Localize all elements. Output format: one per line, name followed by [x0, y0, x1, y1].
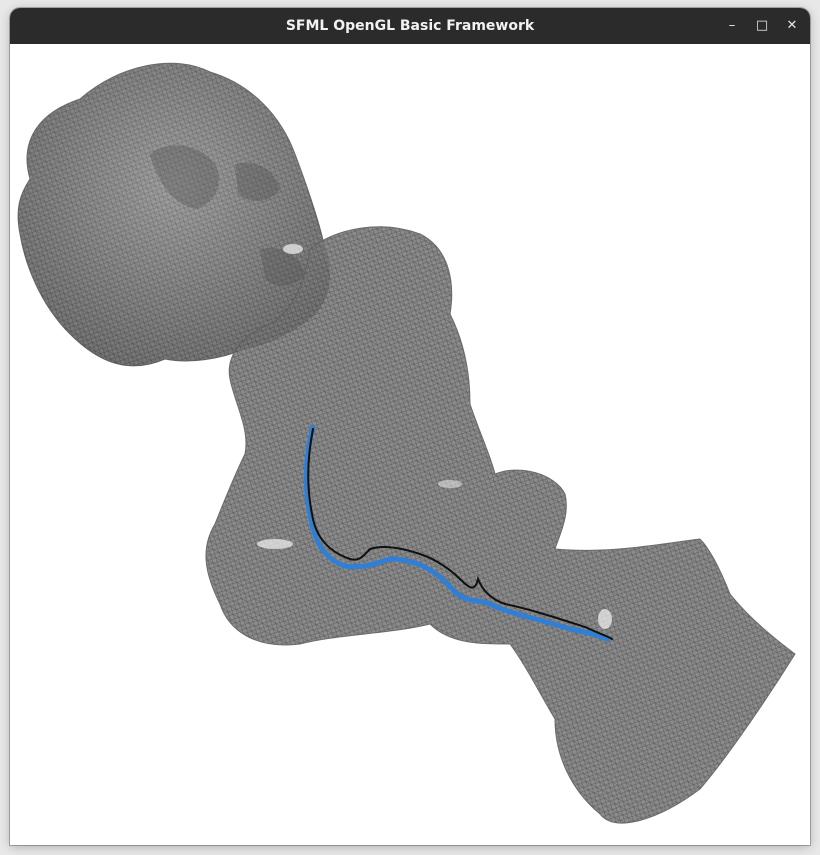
mesh-render: [17, 62, 796, 824]
opengl-viewport[interactable]: [10, 44, 810, 845]
minimize-icon: –: [728, 18, 736, 33]
close-button[interactable]: ✕: [783, 17, 801, 35]
window-title: SFML OpenGL Basic Framework: [285, 18, 535, 34]
minimize-button[interactable]: –: [723, 17, 741, 35]
maximize-icon: □: [755, 18, 769, 33]
bust-mesh: [17, 62, 796, 824]
maximize-button[interactable]: □: [753, 17, 771, 35]
title-bar[interactable]: SFML OpenGL Basic Framework – □ ✕: [10, 8, 810, 44]
app-window: SFML OpenGL Basic Framework – □ ✕: [10, 8, 810, 845]
close-icon: ✕: [786, 18, 798, 33]
